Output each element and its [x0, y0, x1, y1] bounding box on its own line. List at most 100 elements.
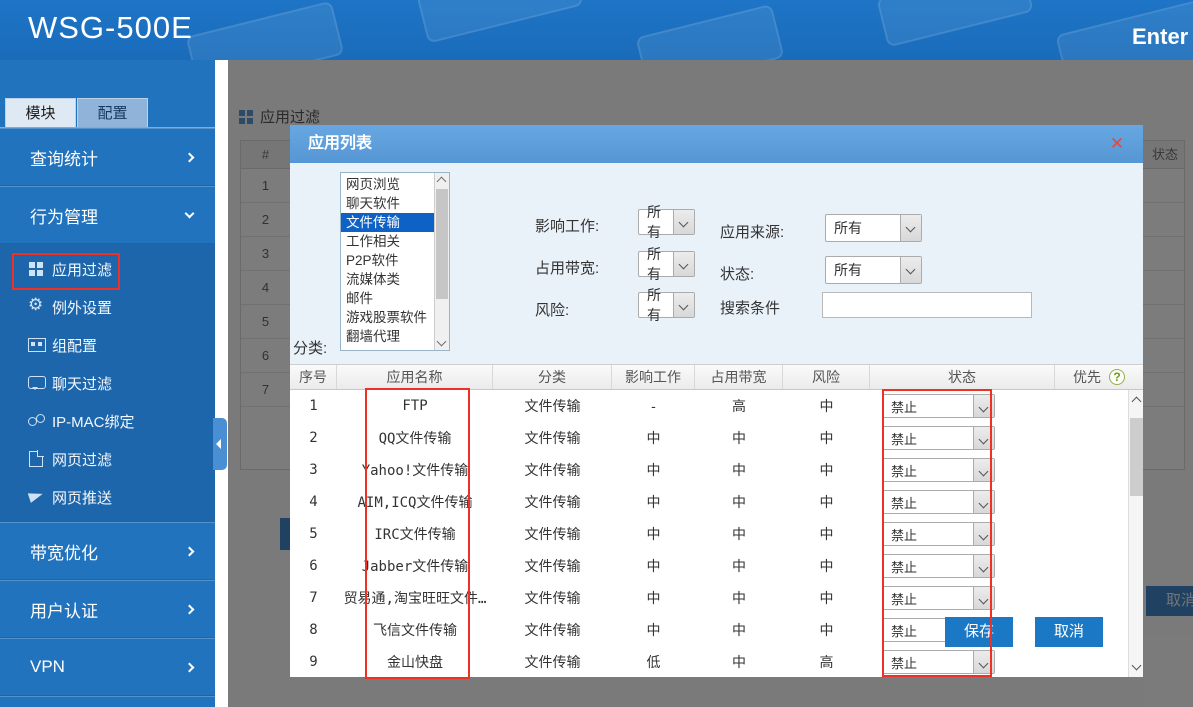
chevron-down-icon[interactable]: [673, 210, 694, 234]
sidebar-item[interactable]: 聊天过滤: [0, 364, 215, 402]
sidebar-section[interactable]: 行为管理: [0, 186, 215, 244]
bandwidth-value: 中: [695, 422, 783, 454]
impact-value: 中: [612, 454, 695, 486]
status-filter-select[interactable]: 所有: [825, 256, 922, 284]
status-select[interactable]: 禁止: [882, 650, 995, 674]
row-number: 3: [290, 454, 337, 486]
sidebar-section-partial[interactable]: [0, 696, 215, 707]
impact-filter-label: 影响工作:: [535, 215, 599, 236]
brand-logo: WSG-500E: [28, 10, 193, 46]
scroll-up-icon[interactable]: [437, 177, 447, 187]
status-select[interactable]: 禁止: [882, 458, 995, 482]
chevron-down-icon[interactable]: [973, 427, 994, 449]
category-option[interactable]: 网页浏览: [341, 175, 434, 194]
category-option[interactable]: 流媒体类: [341, 270, 434, 289]
status-select[interactable]: 禁止: [882, 554, 995, 578]
source-filter-select[interactable]: 所有: [825, 214, 922, 242]
table-row: 5 IRC文件传输 文件传输 中 中 中 禁止: [290, 518, 1128, 550]
sidebar-item[interactable]: 例外设置: [0, 288, 215, 326]
chevron-down-icon[interactable]: [673, 293, 694, 317]
chevron-down-icon[interactable]: [973, 523, 994, 545]
scrollbar-thumb[interactable]: [1130, 418, 1143, 496]
category-option[interactable]: 翻墙代理: [341, 327, 434, 346]
scroll-down-icon[interactable]: [437, 337, 447, 347]
scroll-up-icon[interactable]: [1132, 397, 1142, 407]
chevron-down-icon[interactable]: [900, 257, 921, 283]
page-icon: [28, 450, 52, 468]
status-select[interactable]: 禁止: [882, 586, 995, 610]
application-list-dialog: 应用列表 ✕ 分类: 网页浏览 聊天软件 文件传输 工作相关 P2P软件 流媒体…: [290, 125, 1143, 677]
status-select[interactable]: 禁止: [882, 490, 995, 514]
bandwidth-filter-select[interactable]: 所有: [638, 251, 695, 277]
category-option[interactable]: 游戏股票软件: [341, 308, 434, 327]
sidebar-tab[interactable]: 配置: [77, 98, 148, 128]
bandwidth-value: 高: [695, 390, 783, 422]
search-input[interactable]: [822, 292, 1032, 318]
chevron-down-icon[interactable]: [973, 459, 994, 481]
send-icon: [28, 488, 52, 506]
chevron-down-icon[interactable]: [973, 491, 994, 513]
status-select[interactable]: 禁止: [882, 394, 995, 418]
row-number: 8: [290, 614, 337, 646]
category-option[interactable]: P2P软件: [341, 251, 434, 270]
chevron-down-icon[interactable]: [973, 395, 994, 417]
sidebar-item[interactable]: 应用过滤: [0, 250, 215, 288]
impact-value: 中: [612, 486, 695, 518]
chevron-down-icon[interactable]: [673, 252, 694, 276]
app-name: QQ文件传输: [337, 422, 493, 454]
column-header-priority: 优先 ?: [1055, 365, 1143, 389]
sidebar-section[interactable]: 用户认证: [0, 580, 215, 638]
category-option[interactable]: 聊天软件: [341, 194, 434, 213]
status-select[interactable]: 禁止: [882, 522, 995, 546]
scroll-down-icon[interactable]: [1132, 661, 1142, 671]
save-button[interactable]: 保存: [945, 617, 1013, 647]
bandwidth-value: 中: [695, 614, 783, 646]
sidebar-item[interactable]: 组配置: [0, 326, 215, 364]
chevron-down-icon[interactable]: [973, 651, 994, 673]
sidebar-item-label: 网页推送: [52, 487, 112, 508]
sidebar-item[interactable]: 网页推送: [0, 478, 215, 516]
sidebar-tab[interactable]: 模块: [5, 98, 76, 128]
chat-icon: [28, 374, 52, 392]
sidebar-section[interactable]: 带宽优化: [0, 522, 215, 580]
impact-filter-select[interactable]: 所有: [638, 209, 695, 235]
sidebar-section-label: 行为管理: [30, 203, 186, 228]
sidebar-section-label: VPN: [30, 657, 186, 677]
app-category: 文件传输: [493, 486, 612, 518]
sidebar-collapse-handle[interactable]: [213, 418, 227, 470]
sidebar-item[interactable]: 网页过滤: [0, 440, 215, 478]
help-icon[interactable]: ?: [1109, 369, 1125, 385]
risk-filter-select[interactable]: 所有: [638, 292, 695, 318]
close-icon[interactable]: ✕: [1107, 134, 1127, 154]
bandwidth-value: 中: [695, 454, 783, 486]
search-label: 搜索条件: [720, 297, 780, 318]
category-option[interactable]: 工作相关: [341, 232, 434, 251]
table-row: 9 金山快盘 文件传输 低 中 高 禁止: [290, 646, 1128, 677]
sidebar-item[interactable]: IP-MAC绑定: [0, 402, 215, 440]
column-header-name: 应用名称: [337, 365, 493, 389]
risk-value: 中: [783, 390, 870, 422]
impact-value: 中: [612, 518, 695, 550]
status-select[interactable]: 禁止: [882, 426, 995, 450]
chevron-down-icon[interactable]: [900, 215, 921, 241]
scrollbar-thumb[interactable]: [436, 189, 448, 299]
sidebar-section[interactable]: 查询统计: [0, 128, 215, 186]
table-scrollbar[interactable]: [1128, 390, 1143, 677]
risk-value: 中: [783, 486, 870, 518]
sidebar: 模块配置 查询统计 行为管理 应用过滤: [0, 60, 215, 707]
listbox-scrollbar[interactable]: [434, 173, 449, 350]
impact-value: 中: [612, 582, 695, 614]
category-option[interactable]: 邮件: [341, 289, 434, 308]
bandwidth-value: 中: [695, 518, 783, 550]
column-header-risk: 风险: [783, 365, 870, 389]
category-option[interactable]: 文件传输: [341, 213, 434, 232]
risk-value: 中: [783, 518, 870, 550]
chevron-icon: [185, 546, 195, 556]
cancel-button[interactable]: 取消: [1035, 617, 1103, 647]
header-right-text: Enter: [1132, 24, 1188, 50]
chevron-down-icon[interactable]: [973, 555, 994, 577]
sidebar-gap: [215, 60, 228, 707]
chevron-down-icon[interactable]: [973, 587, 994, 609]
sidebar-section[interactable]: VPN: [0, 638, 215, 696]
app-name: FTP: [337, 390, 493, 422]
